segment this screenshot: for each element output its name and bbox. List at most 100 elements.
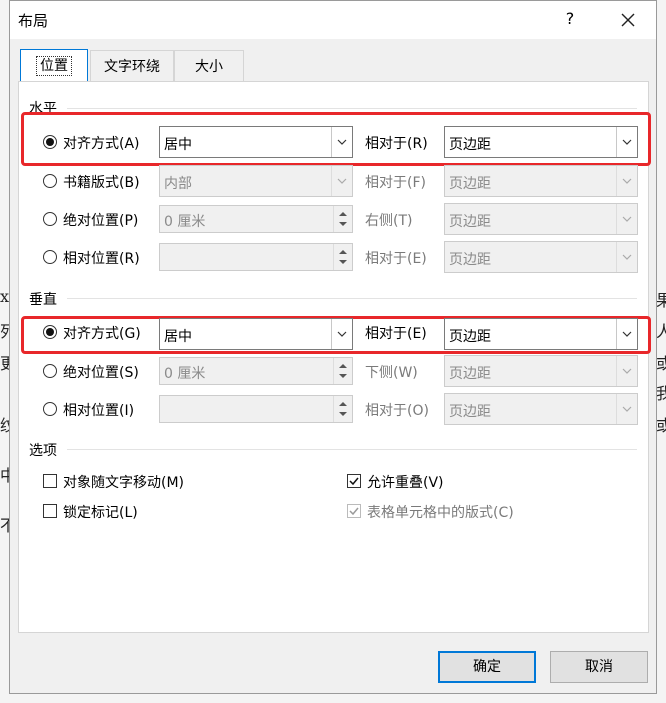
spin-down-icon xyxy=(339,412,347,416)
horizontal-absolute-relative-value: 页边距 xyxy=(449,214,491,230)
vertical-absolute-value: 0 厘米 xyxy=(164,366,206,382)
vertical-alignment-relative-label: 相对于(E) xyxy=(365,326,427,342)
spin-buttons[interactable] xyxy=(333,358,352,384)
chevron-down-icon xyxy=(616,319,637,349)
horizontal-alignment-relative-label: 相对于(R) xyxy=(365,136,428,152)
spin-down-icon xyxy=(339,374,347,378)
checkmark-icon xyxy=(349,507,359,516)
chevron-down-icon xyxy=(616,394,637,424)
horizontal-relative-relative-label: 相对于(E) xyxy=(365,251,427,267)
horizontal-relative-relative-value: 页边距 xyxy=(449,252,491,268)
layout-in-cell-checkbox[interactable] xyxy=(347,504,361,518)
background-text: x xyxy=(0,287,10,306)
chevron-down-icon xyxy=(616,204,637,234)
book-layout-value: 内部 xyxy=(164,176,192,192)
spin-buttons[interactable] xyxy=(333,244,352,270)
background-text: 或 xyxy=(656,416,666,435)
horizontal-absolute-radio[interactable] xyxy=(43,212,57,226)
horizontal-alignment-value: 居中 xyxy=(164,137,192,153)
options-section-title: 选项 xyxy=(29,443,57,459)
vertical-absolute-relative-label: 下侧(W) xyxy=(365,365,418,381)
book-layout-relative-select[interactable]: 页边距 xyxy=(444,165,638,197)
move-with-text-label: 对象随文字移动(M) xyxy=(63,475,185,491)
tab-text-wrapping[interactable]: 文字环绕 xyxy=(90,50,174,81)
spin-buttons[interactable] xyxy=(333,396,352,422)
section-divider xyxy=(67,449,637,450)
tab-size[interactable]: 大小 xyxy=(174,50,244,81)
horizontal-relative-relative-select[interactable]: 页边距 xyxy=(444,241,638,273)
horizontal-alignment-radio[interactable] xyxy=(43,135,57,149)
close-button[interactable] xyxy=(614,7,642,33)
horizontal-relative-label: 相对位置(R) xyxy=(63,251,140,267)
horizontal-alignment-relative-value: 页边距 xyxy=(449,137,491,153)
chevron-down-icon xyxy=(331,319,352,349)
checkmark-icon xyxy=(349,477,359,486)
horizontal-relative-stepper[interactable] xyxy=(159,243,353,271)
horizontal-alignment-select[interactable]: 居中 xyxy=(159,126,353,158)
spin-down-icon xyxy=(339,222,347,226)
title-bar: 布局 ? xyxy=(10,1,656,39)
horizontal-absolute-stepper[interactable]: 0 厘米 xyxy=(159,205,353,233)
vertical-alignment-select[interactable]: 居中 xyxy=(159,318,353,350)
layout-dialog: 布局 ? 位置 文字环绕 大小 水平 对齐方式(A) 居中 相对于(R) 页边距 xyxy=(9,0,657,694)
vertical-absolute-relative-select[interactable]: 页边距 xyxy=(444,355,638,387)
section-divider xyxy=(67,298,637,299)
horizontal-absolute-relative-select[interactable]: 页边距 xyxy=(444,203,638,235)
vertical-relative-relative-select[interactable]: 页边距 xyxy=(444,393,638,425)
section-divider xyxy=(67,108,637,109)
layout-in-cell-label: 表格单元格中的版式(C) xyxy=(367,505,514,521)
allow-overlap-label: 允许重叠(V) xyxy=(367,475,444,491)
tab-position-label: 位置 xyxy=(36,56,72,76)
tab-size-label: 大小 xyxy=(195,59,223,75)
horizontal-relative-radio[interactable] xyxy=(43,250,57,264)
spin-buttons[interactable] xyxy=(333,206,352,232)
vertical-relative-radio[interactable] xyxy=(43,402,57,416)
move-with-text-checkbox[interactable] xyxy=(43,474,57,488)
tab-text-wrapping-label: 文字环绕 xyxy=(104,59,160,75)
vertical-relative-relative-label: 相对于(O) xyxy=(365,403,429,419)
vertical-absolute-relative-value: 页边距 xyxy=(449,366,491,382)
vertical-alignment-relative-select[interactable]: 页边距 xyxy=(444,318,638,350)
vertical-relative-relative-value: 页边距 xyxy=(449,404,491,420)
horizontal-absolute-value: 0 厘米 xyxy=(164,214,206,230)
lock-anchor-label: 锁定标记(L) xyxy=(63,505,138,521)
vertical-absolute-stepper[interactable]: 0 厘米 xyxy=(159,357,353,385)
vertical-relative-stepper[interactable] xyxy=(159,395,353,423)
vertical-absolute-label: 绝对位置(S) xyxy=(63,365,139,381)
spin-up-icon xyxy=(339,364,347,368)
background-text: 我 xyxy=(656,384,666,403)
spin-down-icon xyxy=(339,260,347,264)
horizontal-absolute-relative-label: 右侧(T) xyxy=(365,213,413,229)
help-button[interactable]: ? xyxy=(558,7,582,31)
spin-up-icon xyxy=(339,250,347,254)
book-layout-relative-value: 页边距 xyxy=(449,176,491,192)
book-layout-label: 书籍版式(B) xyxy=(63,175,140,191)
chevron-down-icon xyxy=(616,166,637,196)
chevron-down-icon xyxy=(616,127,637,157)
allow-overlap-checkbox[interactable] xyxy=(347,474,361,488)
book-layout-radio[interactable] xyxy=(43,174,57,188)
chevron-down-icon xyxy=(331,127,352,157)
book-layout-select[interactable]: 内部 xyxy=(159,165,353,197)
chevron-down-icon xyxy=(331,166,352,196)
position-panel: 水平 对齐方式(A) 居中 相对于(R) 页边距 书籍版式(B) 内部 相对于(… xyxy=(18,81,651,633)
spin-up-icon xyxy=(339,212,347,216)
chevron-down-icon xyxy=(616,356,637,386)
vertical-alignment-radio[interactable] xyxy=(43,325,57,339)
spin-up-icon xyxy=(339,402,347,406)
background-text: 果 xyxy=(656,291,666,310)
ok-button[interactable]: 确定 xyxy=(438,651,536,683)
dialog-title: 布局 xyxy=(18,12,49,30)
vertical-alignment-value: 居中 xyxy=(164,329,192,345)
vertical-alignment-relative-value: 页边距 xyxy=(449,329,491,345)
horizontal-alignment-relative-select[interactable]: 页边距 xyxy=(444,126,638,158)
cancel-button[interactable]: 取消 xyxy=(550,651,648,683)
vertical-absolute-radio[interactable] xyxy=(43,364,57,378)
horizontal-alignment-label: 对齐方式(A) xyxy=(63,136,140,152)
tab-position[interactable]: 位置 xyxy=(20,49,88,82)
horizontal-absolute-label: 绝对位置(P) xyxy=(63,213,139,229)
lock-anchor-checkbox[interactable] xyxy=(43,504,57,518)
background-text: 或 xyxy=(656,354,666,373)
vertical-alignment-label: 对齐方式(G) xyxy=(63,326,141,342)
vertical-section-title: 垂直 xyxy=(29,292,57,308)
